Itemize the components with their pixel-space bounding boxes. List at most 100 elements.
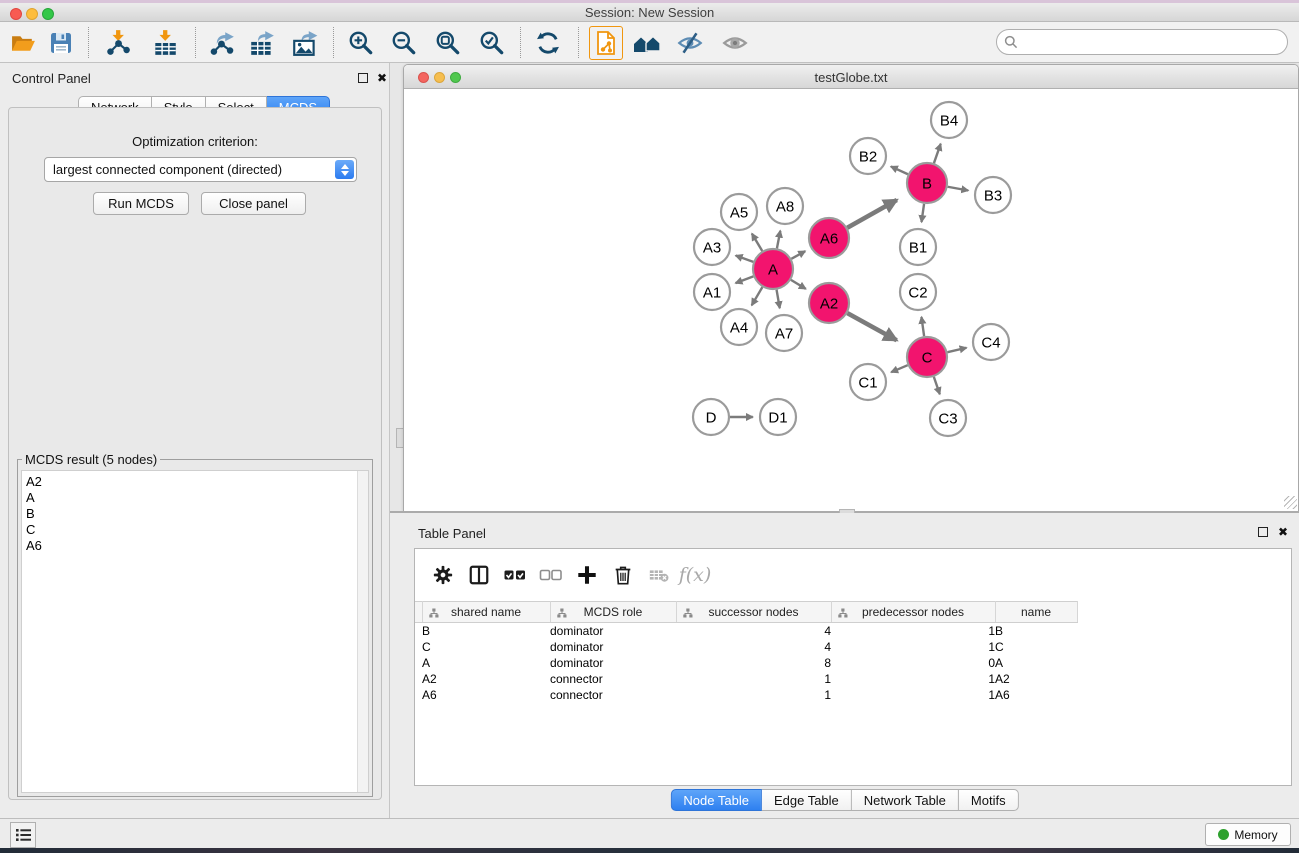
deselect-all-button[interactable] [533, 557, 569, 593]
column-header-predecessor-nodes[interactable]: predecessor nodes [831, 602, 995, 623]
tab-network-table[interactable]: Network Table [852, 789, 959, 811]
result-item[interactable]: B [26, 506, 368, 522]
network-node[interactable]: D1 [760, 399, 796, 435]
zoom-in-button[interactable] [344, 26, 378, 60]
network-node[interactable]: A2 [809, 283, 849, 323]
network-edge[interactable] [777, 231, 780, 249]
close-panel-button[interactable]: Close panel [201, 192, 306, 215]
table-cell[interactable]: A6 [995, 687, 1077, 703]
network-edge[interactable] [777, 290, 780, 309]
result-item[interactable]: A [26, 490, 368, 506]
delete-columns-button[interactable] [605, 557, 641, 593]
network-node[interactable]: A7 [766, 315, 802, 351]
table-cell[interactable]: B [422, 623, 550, 639]
table-cell[interactable]: 4 [676, 639, 831, 655]
table-row[interactable]: A2connector11A2 [415, 671, 1292, 687]
table-cell[interactable]: 1 [831, 623, 995, 639]
network-node[interactable]: D [693, 399, 729, 435]
open-session-button[interactable] [6, 26, 40, 60]
memory-button[interactable]: Memory [1205, 823, 1291, 846]
result-item[interactable]: A6 [26, 538, 368, 554]
table-cell[interactable]: 1 [676, 671, 831, 687]
show-columns-button[interactable] [461, 557, 497, 593]
table-row[interactable]: Bdominator41B [415, 623, 1292, 639]
table-cell[interactable] [1077, 671, 1292, 687]
table-cell[interactable]: A6 [422, 687, 550, 703]
window-resize-grip[interactable] [1284, 496, 1297, 509]
export-table-button[interactable] [245, 26, 279, 60]
table-cell[interactable]: 1 [831, 687, 995, 703]
network-node[interactable]: B1 [900, 229, 936, 265]
home-button[interactable] [630, 26, 664, 60]
table-cell[interactable]: A2 [422, 671, 550, 687]
close-table-panel-icon[interactable]: ✖ [1278, 527, 1288, 537]
network-edge[interactable] [752, 287, 763, 305]
table-cell[interactable]: connector [550, 687, 676, 703]
table-cell[interactable]: A [422, 655, 550, 671]
table-cell[interactable]: C [422, 639, 550, 655]
export-network-button[interactable] [205, 26, 239, 60]
optimization-criterion-dropdown[interactable]: largest connected component (directed) [44, 157, 357, 182]
network-edge[interactable] [736, 256, 754, 262]
table-mode-button[interactable] [425, 557, 461, 593]
network-node[interactable]: C3 [930, 400, 966, 436]
network-node[interactable]: C [907, 337, 947, 377]
table-cell[interactable]: 4 [676, 623, 831, 639]
select-all-button[interactable] [497, 557, 533, 593]
network-edge[interactable] [847, 200, 896, 228]
import-table-button[interactable] [148, 26, 182, 60]
table-cell[interactable]: 1 [831, 671, 995, 687]
table-cell[interactable]: 0 [831, 655, 995, 671]
table-cell[interactable]: 1 [831, 639, 995, 655]
result-scrollbar[interactable] [357, 471, 368, 792]
table-cell[interactable]: 1 [676, 687, 831, 703]
import-network-button[interactable] [101, 26, 135, 60]
table-cell[interactable]: dominator [550, 639, 676, 655]
network-edge[interactable] [891, 365, 907, 372]
table-cell[interactable] [1077, 687, 1292, 703]
network-window-titlebar[interactable]: testGlobe.txt [404, 65, 1298, 89]
search-input[interactable] [1022, 34, 1287, 51]
network-node[interactable]: A1 [694, 274, 730, 310]
network-node[interactable]: B3 [975, 177, 1011, 213]
table-row[interactable]: Cdominator41C [415, 639, 1292, 655]
save-session-button[interactable] [44, 26, 78, 60]
float-table-panel-icon[interactable] [1258, 527, 1268, 537]
network-edge[interactable] [948, 187, 969, 191]
network-edge[interactable] [934, 377, 940, 394]
close-panel-icon[interactable]: ✖ [377, 73, 387, 83]
table-cell[interactable]: 8 [676, 655, 831, 671]
table-cell[interactable] [1077, 623, 1292, 639]
network-node[interactable]: A [753, 249, 793, 289]
show-task-history-button[interactable] [10, 822, 36, 848]
table-cell[interactable] [1077, 655, 1292, 671]
network-edge[interactable] [922, 204, 925, 222]
network-node[interactable]: B [907, 163, 947, 203]
network-edge[interactable] [921, 317, 924, 336]
table-cell[interactable]: A2 [995, 671, 1077, 687]
zoom-fit-button[interactable] [431, 26, 465, 60]
table-cell[interactable] [1077, 639, 1292, 655]
network-node[interactable]: B4 [931, 102, 967, 138]
table-cell[interactable]: C [995, 639, 1077, 655]
network-edge[interactable] [736, 276, 754, 283]
network-node[interactable]: C1 [850, 364, 886, 400]
create-column-button[interactable] [569, 557, 605, 593]
column-header-shared-name[interactable]: shared name [422, 602, 550, 623]
table-cell[interactable]: A [995, 655, 1077, 671]
network-edge[interactable] [791, 280, 806, 289]
zoom-selected-button[interactable] [475, 26, 509, 60]
network-node[interactable]: C4 [973, 324, 1009, 360]
column-header-name[interactable]: name [995, 602, 1077, 623]
network-edge[interactable] [947, 348, 966, 352]
main-titlebar[interactable]: Session: New Session [0, 3, 1299, 22]
network-node[interactable]: A6 [809, 218, 849, 258]
network-node[interactable]: C2 [900, 274, 936, 310]
column-header-mcds-role[interactable]: MCDS role [550, 602, 676, 623]
network-edge[interactable] [791, 251, 805, 259]
function-builder-button[interactable]: f(x) [677, 557, 713, 593]
network-canvas[interactable]: B4B2BB3A5A8A6B1A3AA1C2A2A4A7CC4C1C3DD1 [404, 89, 1298, 511]
table-cell[interactable]: dominator [550, 623, 676, 639]
table-row[interactable]: A6connector11A6 [415, 687, 1292, 703]
delete-table-button[interactable] [641, 557, 677, 593]
